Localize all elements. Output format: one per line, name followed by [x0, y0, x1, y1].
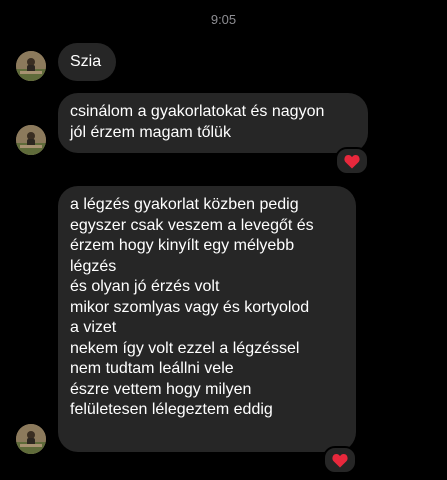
message-text-line: érzem hogy kinyílt egy mélyebb	[70, 237, 295, 254]
message-timestamp: 9:05	[210, 12, 237, 27]
reaction-badge[interactable]	[323, 446, 357, 474]
message-text-line: mikor szomlyas vagy és kortyolod	[70, 298, 310, 316]
chat-screen: 9:05 Szia csinálom a gyakorlatokat és na…	[0, 0, 447, 480]
avatar-photo-icon	[16, 51, 46, 81]
message-text-line: jól érzem magam tőlük	[70, 123, 231, 141]
avatar[interactable]	[16, 51, 46, 81]
message-bubble[interactable]: csinálom a gyakorlatokat és nagyon jól é…	[58, 93, 368, 153]
message-text-line: a vizet	[70, 319, 117, 336]
message-text-line: észre vettem hogy milyen	[70, 380, 252, 398]
message-text-line: és olyan jó érzés volt	[70, 278, 220, 295]
message-bubble[interactable]: Szia	[58, 43, 116, 81]
avatar-photo-icon	[16, 424, 46, 454]
message-text: Szia	[70, 53, 102, 70]
heart-icon	[332, 453, 348, 467]
message-text-line: nem tudtam leállni vele	[70, 360, 234, 377]
heart-icon	[344, 154, 360, 168]
message-text-line: egyszer csak veszem a levegőt és	[70, 216, 314, 234]
reaction-badge[interactable]	[335, 147, 369, 175]
avatar[interactable]	[16, 125, 46, 155]
message-text-line: nekem így volt ezzel a légzéssel	[70, 339, 300, 357]
message-text-line: felületesen lélegeztem eddig	[70, 401, 273, 418]
message-text-line: a légzés gyakorlat közben pedig	[70, 196, 299, 213]
avatar-photo-icon	[16, 125, 46, 155]
message-text-line: csinálom a gyakorlatokat és nagyon	[70, 103, 325, 120]
message-bubble[interactable]: a légzés gyakorlat közben pedig egyszer …	[58, 186, 356, 452]
avatar[interactable]	[16, 424, 46, 454]
message-text-line: légzés	[70, 257, 117, 275]
